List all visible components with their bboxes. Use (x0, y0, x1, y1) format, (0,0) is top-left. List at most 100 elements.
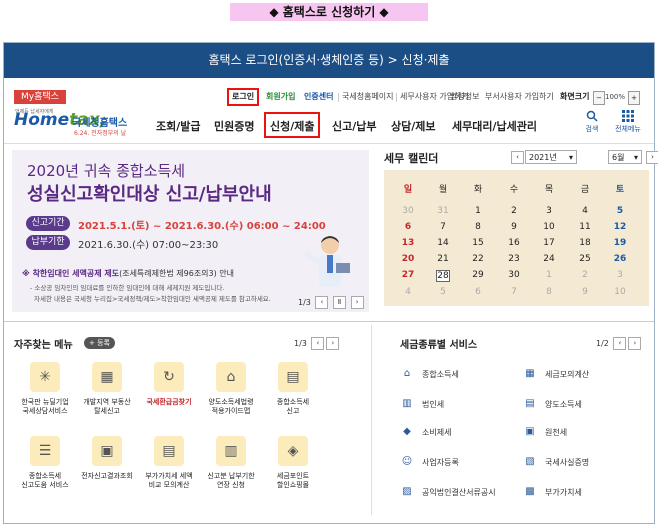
favorites-prev-button[interactable]: ‹ (311, 337, 325, 350)
favorites-next-button[interactable]: › (326, 337, 340, 350)
login-link[interactable]: 로그인 (227, 88, 260, 106)
calendar-day[interactable]: 14 (431, 238, 455, 248)
tax-service-link[interactable]: 세금모의계산 (545, 369, 589, 380)
calendar-day[interactable]: 10 (537, 222, 561, 232)
calendar-day[interactable]: 7 (431, 222, 455, 232)
calendar-day[interactable]: 1 (466, 206, 490, 216)
calendar-day[interactable]: 18 (573, 238, 597, 248)
banner-prev-button[interactable]: ‹ (315, 296, 329, 309)
favorite-item[interactable]: 국세환급금찾기 (138, 398, 200, 407)
calendar-day[interactable]: 8 (466, 222, 490, 232)
calendar-day[interactable]: 3 (608, 270, 632, 280)
calendar-day[interactable]: 2 (573, 270, 597, 280)
favorite-item[interactable]: 부가가치세 세액 비교 모의계산 (138, 472, 200, 490)
cal-next-button[interactable]: › (646, 151, 658, 164)
nav-civil-certificate[interactable]: 민원증명 (214, 118, 254, 134)
favorite-icon[interactable]: ▤ (154, 436, 184, 466)
favorite-icon[interactable]: ▣ (92, 436, 122, 466)
calendar-day[interactable]: 6 (396, 222, 420, 232)
nav-report-pay[interactable]: 신고/납부 (332, 118, 377, 134)
favorite-item[interactable]: 한국판 뉴딜기업 국세상담서비스 (14, 398, 76, 416)
calendar-day[interactable]: 23 (502, 254, 526, 264)
calendar-day[interactable]: 22 (466, 254, 490, 264)
services-next-button[interactable]: › (628, 337, 642, 350)
zoom-in-button[interactable]: + (628, 91, 640, 105)
calendar-day[interactable]: 28 (436, 270, 450, 282)
favorite-item[interactable]: 양도소득세법령 적용가이드맵 (200, 398, 262, 416)
nav-apply-submit[interactable]: 신청/제출 (270, 118, 315, 134)
calendar-day[interactable]: 17 (537, 238, 561, 248)
favorite-icon[interactable]: ◈ (278, 436, 308, 466)
nav-inquiry-issue[interactable]: 조회/발급 (156, 118, 201, 134)
month-select[interactable]: 6월 ▾ (608, 150, 642, 164)
nav-consult-report[interactable]: 상담/제보 (391, 118, 436, 134)
tax-service-link[interactable]: 공익법인결산서류공시 (422, 487, 496, 498)
banner-next-button[interactable]: › (350, 296, 364, 309)
calendar-day[interactable]: 12 (608, 222, 632, 232)
tax-service-link[interactable]: 부가가치세 (545, 487, 582, 498)
calendar-day[interactable]: 4 (573, 206, 597, 216)
nts-home-link[interactable]: 국세청홈페이지 (342, 90, 394, 104)
favorite-item[interactable]: 신고분 납부기한 연장 신청 (200, 472, 262, 490)
calendar-day[interactable]: 7 (502, 287, 526, 297)
join-link[interactable]: 회원가입 (266, 90, 295, 104)
law-info-link[interactable]: 법령정보 (450, 90, 479, 104)
favorite-icon[interactable]: ▥ (216, 436, 246, 466)
tax-service-link[interactable]: 소비제세 (422, 427, 451, 438)
year-select[interactable]: 2021년 ▾ (525, 150, 577, 164)
my-hometax-button[interactable]: My홈택스 (14, 90, 66, 104)
auth-center-link[interactable]: 인증센터 (304, 90, 333, 104)
favorite-item[interactable]: 종합소득세 신고도움 서비스 (14, 472, 76, 490)
calendar-day[interactable]: 24 (537, 254, 561, 264)
calendar-day[interactable]: 25 (573, 254, 597, 264)
dept-user-join-link[interactable]: 부서사용자 가입하기 (485, 90, 554, 104)
favorite-item[interactable]: 세금포인트 할인쇼핑몰 (262, 472, 324, 490)
tax-service-link[interactable]: 종합소득세 (422, 369, 459, 380)
nav-tax-agent[interactable]: 세무대리/납세관리 (452, 118, 537, 134)
favorites-add-button[interactable]: + 등록 (84, 337, 115, 349)
favorite-icon[interactable]: ▤ (278, 362, 308, 392)
calendar-day[interactable]: 29 (466, 270, 490, 280)
favorite-item[interactable]: 종합소득세 신고 (262, 398, 324, 416)
favorite-item[interactable]: 전자신고결과조회 (76, 472, 138, 481)
banner-pause-button[interactable]: Ⅱ (332, 296, 346, 309)
calendar-day[interactable]: 19 (608, 238, 632, 248)
all-menu-button[interactable]: 전체메뉴 (612, 110, 644, 134)
tax-service-link[interactable]: 국세사실증명 (545, 457, 589, 468)
zoom-out-button[interactable]: − (593, 91, 605, 105)
calendar-day[interactable]: 21 (431, 254, 455, 264)
calendar-day[interactable]: 16 (502, 238, 526, 248)
services-prev-button[interactable]: ‹ (613, 337, 627, 350)
favorite-icon[interactable]: ☰ (30, 436, 60, 466)
calendar-day[interactable]: 15 (466, 238, 490, 248)
favorite-icon[interactable]: ▦ (92, 362, 122, 392)
favorite-icon[interactable]: ↻ (154, 362, 184, 392)
tax-service-link[interactable]: 법인세 (422, 399, 444, 410)
favorite-icon[interactable]: ✳ (30, 362, 60, 392)
calendar-day[interactable]: 20 (396, 254, 420, 264)
calendar-day[interactable]: 30 (502, 270, 526, 280)
search-button[interactable]: 검색 (580, 110, 604, 134)
calendar-day[interactable]: 9 (573, 287, 597, 297)
calendar-day[interactable]: 30 (396, 206, 420, 216)
calendar-day[interactable]: 3 (537, 206, 561, 216)
cal-prev-button[interactable]: ‹ (511, 151, 524, 164)
favorite-item[interactable]: 개발지역 부동산 탈세신고 (76, 398, 138, 416)
calendar-day[interactable]: 9 (502, 222, 526, 232)
calendar-day[interactable]: 6 (466, 287, 490, 297)
calendar-day[interactable]: 8 (537, 287, 561, 297)
calendar-day[interactable]: 11 (573, 222, 597, 232)
calendar-day[interactable]: 31 (431, 206, 455, 216)
calendar-day[interactable]: 26 (608, 254, 632, 264)
tax-service-link[interactable]: 사업자등록 (422, 457, 459, 468)
calendar-day[interactable]: 4 (396, 287, 420, 297)
calendar-day[interactable]: 13 (396, 238, 420, 248)
calendar-day[interactable]: 27 (396, 270, 420, 280)
calendar-day[interactable]: 5 (431, 287, 455, 297)
calendar-day[interactable]: 10 (608, 287, 632, 297)
tax-service-link[interactable]: 양도소득세 (545, 399, 582, 410)
calendar-day[interactable]: 5 (608, 206, 632, 216)
favorite-icon[interactable]: ⌂ (216, 362, 246, 392)
tax-service-link[interactable]: 원천세 (545, 427, 567, 438)
calendar-day[interactable]: 1 (537, 270, 561, 280)
